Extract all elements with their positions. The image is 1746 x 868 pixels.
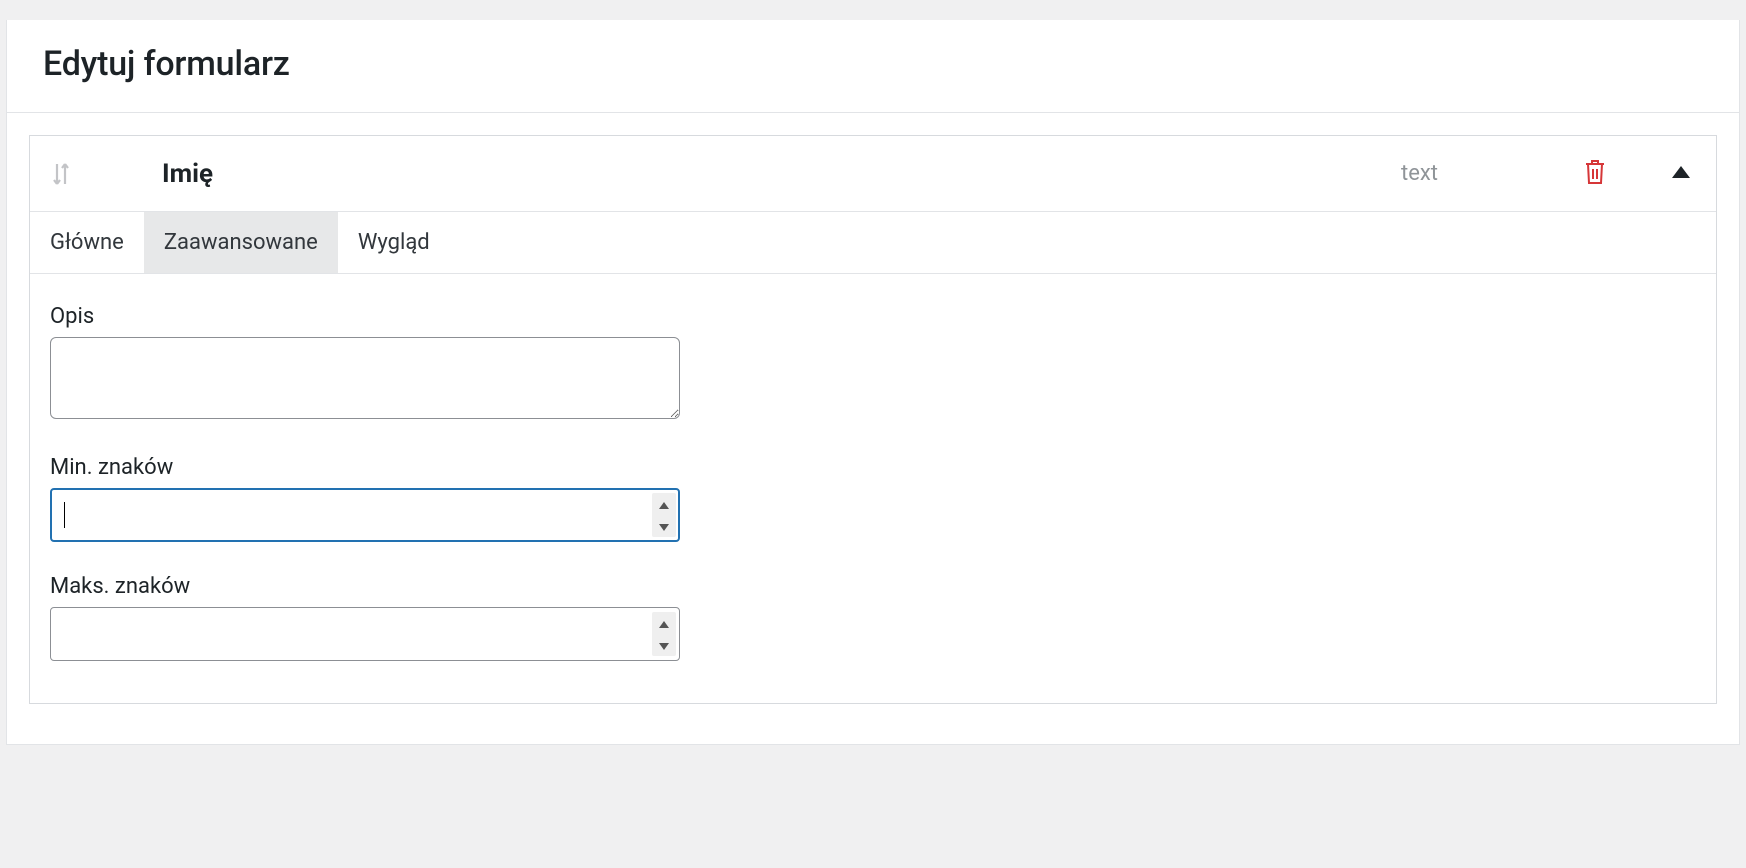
field-name-label: Imię — [162, 159, 213, 189]
chevron-down-icon — [659, 517, 669, 535]
collapse-button[interactable] — [1668, 162, 1694, 185]
number-stepper — [652, 612, 676, 656]
step-down-button[interactable] — [652, 515, 676, 537]
tab-advanced[interactable]: Zaawansowane — [144, 212, 338, 273]
step-down-button[interactable] — [652, 634, 676, 656]
min-chars-label: Min. znaków — [50, 455, 1696, 480]
trash-icon — [1582, 158, 1608, 189]
text-cursor — [64, 502, 65, 528]
description-label: Opis — [50, 304, 1696, 329]
field-body: Opis Min. znaków — [30, 274, 1716, 703]
tab-main[interactable]: Główne — [30, 212, 144, 273]
max-chars-input[interactable] — [50, 607, 680, 661]
description-textarea[interactable] — [50, 337, 680, 419]
field-card: Imię text — [29, 135, 1717, 704]
delete-button[interactable] — [1578, 154, 1612, 193]
step-up-button[interactable] — [652, 493, 676, 515]
field-type-label: text — [1401, 161, 1438, 186]
page-title: Edytuj formularz — [43, 44, 1703, 84]
drag-handle-icon[interactable] — [48, 160, 74, 188]
tab-appearance[interactable]: Wygląd — [338, 212, 450, 273]
chevron-up-icon — [1672, 166, 1690, 181]
chevron-up-icon — [659, 614, 669, 632]
min-chars-input[interactable] — [50, 488, 680, 542]
tabs: Główne Zaawansowane Wygląd — [30, 212, 1716, 274]
chevron-up-icon — [659, 495, 669, 513]
max-chars-label: Maks. znaków — [50, 574, 1696, 599]
field-header: Imię text — [30, 136, 1716, 212]
number-stepper — [652, 493, 676, 537]
chevron-down-icon — [659, 636, 669, 654]
step-up-button[interactable] — [652, 612, 676, 634]
